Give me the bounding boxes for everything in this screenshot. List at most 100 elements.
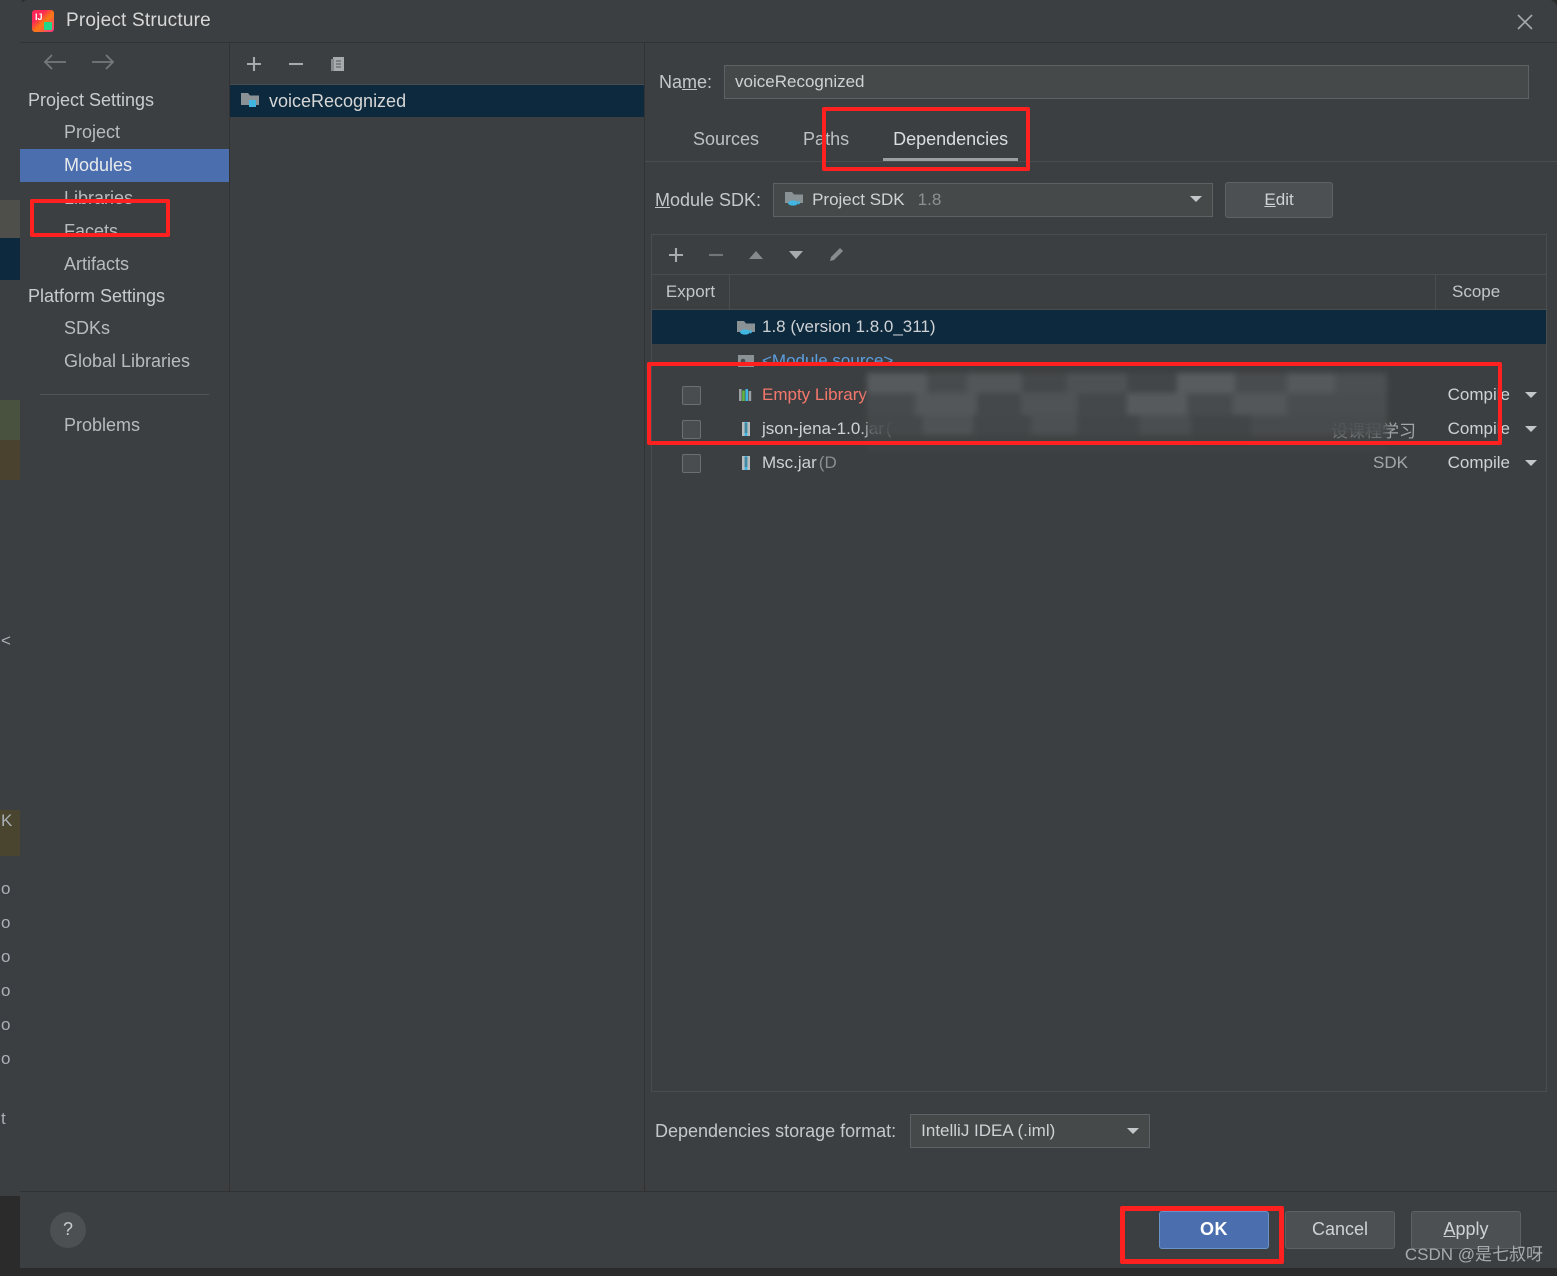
dependency-name: Empty Library — [762, 385, 867, 404]
dependency-path-fragment: 设课程学习 — [1331, 421, 1416, 441]
chevron-down-icon — [1125, 1121, 1141, 1141]
column-header-export: Export — [652, 275, 730, 309]
backdrop-ghost-char: K — [1, 811, 13, 830]
module-name-row: Name: — [645, 43, 1557, 99]
module-folder-icon — [240, 90, 260, 113]
module-sdk-select[interactable]: Project SDK 1.8 — [773, 183, 1214, 217]
arrow-right-icon[interactable] — [90, 53, 116, 76]
project-structure-dialog: Project Structure Project Settings Proje… — [20, 0, 1557, 1268]
dependencies-table-area: Export Scope 1.8 (version 1.8.0_311) <Mo… — [647, 234, 1547, 1092]
dependency-path-open: (D — [818, 453, 837, 472]
module-name-input[interactable] — [724, 65, 1529, 99]
dependency-name: Msc.jar — [762, 453, 817, 472]
minus-icon — [706, 245, 726, 265]
sidebar-item-libraries[interactable]: Libraries — [20, 182, 229, 215]
scope-value: Compile — [1447, 453, 1510, 472]
export-checkbox[interactable] — [681, 453, 701, 473]
table-row[interactable]: Msc.jar (D SDK Compile — [652, 446, 1546, 480]
chevron-down-icon — [1188, 191, 1204, 209]
storage-format-value: IntelliJ IDEA (.iml) — [921, 1121, 1056, 1140]
chevron-down-icon[interactable] — [1524, 386, 1538, 404]
chevron-down-icon[interactable] — [1524, 420, 1538, 438]
arrow-down-icon[interactable] — [786, 245, 806, 265]
dependency-name: 1.8 (version 1.8.0_311) — [762, 317, 936, 336]
sidebar-group-project-settings: Project Settings — [28, 90, 155, 110]
backdrop-ghost-char: o — [1, 879, 11, 898]
sidebar-item-sdks[interactable]: SDKs — [20, 312, 229, 345]
sidebar-item-facets[interactable]: Facets — [20, 215, 229, 248]
backdrop-ghost-char: o — [1, 947, 11, 966]
export-cell[interactable] — [652, 453, 730, 473]
ide-backdrop: < K o o o o o o t — [0, 0, 22, 1276]
sidebar-item-global-libraries[interactable]: Global Libraries — [20, 345, 229, 378]
column-header-name — [730, 275, 1436, 309]
scope-value: Compile — [1447, 419, 1510, 438]
java-sdk-icon — [784, 189, 804, 212]
dialog-titlebar: Project Structure — [20, 0, 1557, 43]
tab-sources[interactable]: Sources — [671, 121, 781, 161]
storage-format-select[interactable]: IntelliJ IDEA (.iml) — [910, 1114, 1151, 1148]
module-detail-panel: Name: Sources Paths Dependencies Module … — [645, 43, 1557, 1191]
scope-cell[interactable]: Compile — [1448, 419, 1538, 439]
plus-icon[interactable] — [666, 245, 686, 265]
plus-icon[interactable] — [244, 54, 264, 74]
table-row[interactable]: 1.8 (version 1.8.0_311) — [652, 310, 1546, 344]
module-sdk-row: Module SDK: Project SDK 1.8 E dit — [645, 162, 1557, 218]
sidebar-item-problems[interactable]: Problems — [20, 409, 229, 442]
dependency-path-open: ( — [885, 419, 892, 438]
chevron-down-icon[interactable] — [1524, 454, 1538, 472]
dependencies-storage-row: Dependencies storage format: IntelliJ ID… — [645, 1092, 1557, 1148]
backdrop-ghost-char: o — [1, 981, 11, 1000]
table-row[interactable]: json-jena-1.0.jar ( 设课程学习 Compile — [652, 412, 1546, 446]
minus-icon[interactable] — [286, 54, 306, 74]
sidebar-item-project[interactable]: Project — [20, 116, 229, 149]
sidebar-nav — [20, 43, 229, 85]
module-list-item[interactable]: voiceRecognized — [230, 85, 644, 117]
export-checkbox[interactable] — [681, 419, 701, 439]
intellij-idea-logo-icon — [32, 10, 54, 32]
column-header-scope: Scope — [1452, 282, 1501, 301]
backdrop-ghost-char: o — [1, 913, 11, 932]
scope-cell[interactable]: Compile — [1448, 385, 1538, 405]
edit-sdk-button[interactable]: Edit — [1225, 182, 1334, 218]
sidebar-group-platform-settings: Platform Settings — [28, 286, 166, 306]
ok-button[interactable]: OK — [1159, 1210, 1269, 1249]
tab-dependencies[interactable]: Dependencies — [871, 121, 1030, 161]
backdrop-ghost-char: o — [1, 1015, 11, 1034]
cancel-button[interactable]: Cancel — [1285, 1210, 1395, 1249]
close-icon[interactable] — [1493, 0, 1557, 43]
sidebar-item-modules[interactable]: Modules — [20, 149, 229, 182]
csdn-watermark: CSDN @是七叔呀 — [1404, 1245, 1543, 1264]
export-checkbox[interactable] — [681, 385, 701, 405]
modules-toolbar — [230, 43, 644, 85]
pencil-icon[interactable] — [826, 245, 846, 265]
backdrop-ghost-char: < — [1, 631, 11, 650]
module-name-label: Name: — [659, 71, 713, 92]
module-list-item-label: voiceRecognized — [269, 90, 407, 111]
tab-paths[interactable]: Paths — [781, 121, 871, 161]
dialog-footer: ? OK Cancel Apply CSDN @是七叔呀 — [20, 1191, 1557, 1267]
copy-icon[interactable] — [328, 54, 348, 74]
table-row[interactable]: <Module source> — [652, 344, 1546, 378]
arrow-up-icon — [746, 245, 766, 265]
module-tabs: Sources Paths Dependencies — [645, 121, 1557, 162]
question-mark-icon[interactable]: ? — [50, 1211, 86, 1248]
table-row[interactable]: Empty Library Compile — [652, 378, 1546, 412]
export-cell[interactable] — [652, 419, 730, 439]
dependency-path-fragment: SDK — [1373, 453, 1408, 472]
dependencies-toolbar — [652, 235, 1546, 275]
java-sdk-icon — [730, 318, 762, 336]
backdrop-ghost-char: t — [1, 1109, 6, 1128]
jar-icon — [730, 454, 762, 472]
storage-format-label: Dependencies storage format: — [655, 1120, 897, 1141]
export-cell[interactable] — [652, 385, 730, 405]
dependencies-table-header: Export Scope — [652, 275, 1546, 310]
module-tabs-wrapper: Sources Paths Dependencies — [645, 107, 1557, 171]
modules-list-panel: voiceRecognized — [230, 43, 645, 1191]
arrow-left-icon[interactable] — [42, 53, 68, 76]
scope-cell[interactable]: Compile — [1448, 453, 1538, 473]
dependency-name: json-jena-1.0.jar — [762, 419, 884, 438]
settings-sidebar: Project Settings Project Modules Librari… — [20, 43, 230, 1191]
sidebar-item-artifacts[interactable]: Artifacts — [20, 248, 229, 281]
jar-icon — [730, 420, 762, 438]
